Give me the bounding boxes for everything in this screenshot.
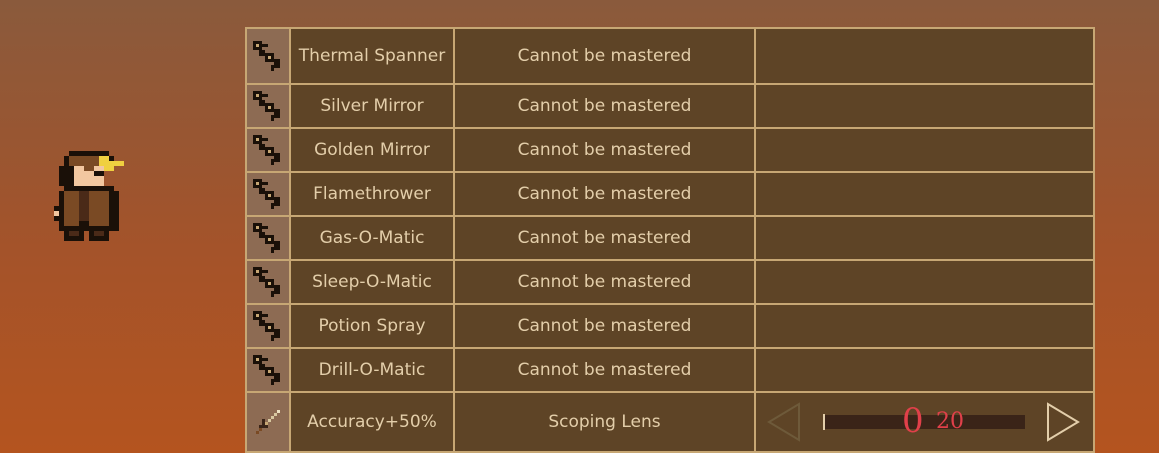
spanner-icon (247, 173, 291, 215)
upgrade-item: Scoping Lens (548, 412, 661, 432)
table-row[interactable]: Thermal Spanner Cannot be mastered (247, 29, 1093, 85)
upgrade-slot-empty (756, 29, 1093, 83)
spanner-icon (247, 129, 291, 171)
decrease-button[interactable] (766, 401, 802, 443)
arrow-left-icon (767, 402, 800, 442)
upgrade-row[interactable]: Accuracy+50% Scoping Lens 0 20 (247, 393, 1093, 451)
upgrade-selector-cell: 0 20 (756, 393, 1093, 451)
mastery-status: Cannot be mastered (517, 360, 692, 380)
character-sprite (49, 146, 139, 246)
table-row[interactable]: Golden Mirror Cannot be mastered (247, 129, 1093, 173)
upgrade-slot-empty (756, 85, 1093, 127)
upgrade-slot-empty (756, 217, 1093, 259)
item-name: Potion Spray (318, 316, 426, 336)
spanner-icon (247, 217, 291, 259)
item-name: Gas-O-Matic (319, 228, 425, 248)
mastery-status: Cannot be mastered (517, 184, 692, 204)
table-row[interactable]: Potion Spray Cannot be mastered (247, 305, 1093, 349)
upgrade-slot-empty (756, 349, 1093, 391)
upgrade-slot-empty (756, 261, 1093, 303)
table-row[interactable]: Silver Mirror Cannot be mastered (247, 85, 1093, 129)
increase-button[interactable] (1045, 401, 1081, 443)
item-name: Golden Mirror (314, 140, 430, 160)
spanner-icon (247, 85, 291, 127)
arrow-right-icon (1047, 402, 1080, 442)
mastery-status: Cannot be mastered (517, 272, 692, 292)
spanner-icon (247, 305, 291, 347)
current-count: 0 (902, 401, 924, 441)
table-row[interactable]: Flamethrower Cannot be mastered (247, 173, 1093, 217)
spanner-icon (247, 29, 291, 83)
character-icon (54, 151, 124, 241)
spanner-icon (247, 261, 291, 303)
mastery-status: Cannot be mastered (517, 96, 692, 116)
mastery-table: Thermal Spanner Cannot be mastered Silve… (245, 27, 1095, 453)
spanner-icon (247, 349, 291, 391)
upgrade-slot-empty (756, 173, 1093, 215)
upgrade-slot-empty (756, 129, 1093, 171)
dagger-icon (247, 393, 291, 451)
item-name: Flamethrower (313, 184, 431, 204)
upgrade-slot-empty (756, 305, 1093, 347)
max-count: 20 (936, 409, 964, 434)
mastery-status: Cannot be mastered (517, 228, 692, 248)
item-name: Thermal Spanner (298, 46, 446, 66)
mastery-status: Cannot be mastered (517, 140, 692, 160)
item-name: Sleep-O-Matic (312, 272, 432, 292)
table-row[interactable]: Gas-O-Matic Cannot be mastered (247, 217, 1093, 261)
mastery-status: Cannot be mastered (517, 316, 692, 336)
progress-track (823, 415, 1025, 429)
table-row[interactable]: Sleep-O-Matic Cannot be mastered (247, 261, 1093, 305)
progress-tick (823, 414, 825, 430)
mastery-status: Cannot be mastered (517, 46, 692, 66)
item-name: Silver Mirror (320, 96, 424, 116)
table-row[interactable]: Drill-O-Matic Cannot be mastered (247, 349, 1093, 393)
upgrade-selector: 0 20 (756, 393, 1093, 451)
upgrade-name: Accuracy+50% (307, 412, 437, 432)
item-name: Drill-O-Matic (318, 360, 426, 380)
